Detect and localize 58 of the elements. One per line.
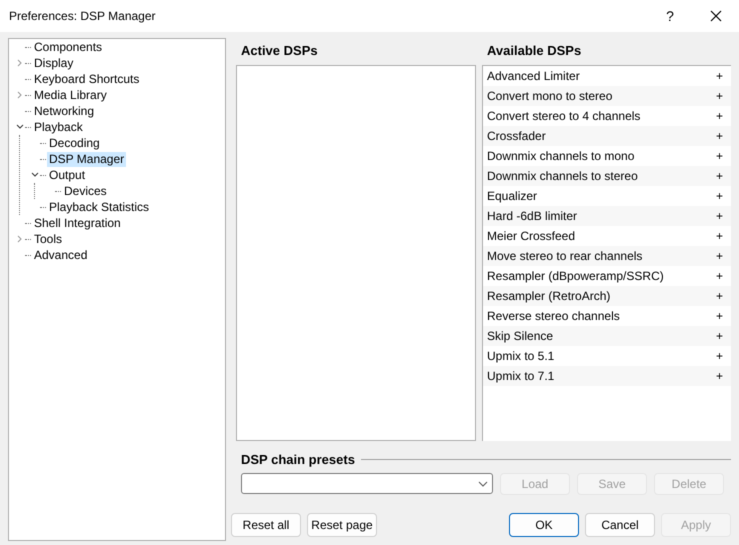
add-button[interactable]: +	[716, 126, 723, 144]
add-button[interactable]: +	[716, 226, 723, 244]
dsp-name: Convert stereo to 4 channels	[487, 108, 640, 124]
tree-item[interactable]: Tools	[32, 232, 64, 246]
add-button[interactable]: +	[716, 146, 723, 164]
add-button[interactable]: +	[716, 366, 723, 384]
tree-item[interactable]: Display	[32, 56, 76, 70]
dsp-name: Meier Crossfeed	[487, 228, 576, 244]
add-button[interactable]: +	[716, 66, 723, 84]
add-button[interactable]: +	[716, 186, 723, 204]
help-button[interactable]: ?	[647, 6, 693, 26]
section-heading: Active DSPs	[240, 42, 319, 60]
tree-item[interactable]: Components	[32, 40, 104, 54]
dsp-name: Downmix channels to stereo	[487, 168, 638, 184]
add-button[interactable]: +	[716, 306, 723, 324]
cancel-button[interactable]: Cancel	[585, 513, 655, 537]
dsp-name: Skip Silence	[487, 328, 554, 344]
dsp-name: Convert mono to stereo	[487, 88, 612, 104]
add-button[interactable]: +	[716, 166, 723, 184]
tree-item[interactable]: Shell Integration	[32, 216, 123, 230]
dsp-name: Reverse stereo channels	[487, 308, 620, 324]
window-title: Preferences: DSP Manager	[8, 8, 156, 25]
dsp-name: Crossfader	[487, 128, 546, 144]
tree-item[interactable]: Media Library	[32, 88, 109, 102]
tree-item[interactable]: Keyboard Shortcuts	[32, 72, 142, 86]
add-button[interactable]: +	[716, 86, 723, 104]
tree-item[interactable]: Playback	[32, 120, 85, 134]
add-button[interactable]: +	[716, 266, 723, 284]
tree-item[interactable]: Playback Statistics	[47, 200, 152, 214]
add-button[interactable]: +	[716, 246, 723, 264]
section-heading: Available DSPs	[486, 42, 582, 60]
dsp-name: Downmix channels to mono	[487, 148, 634, 164]
dsp-name: Move stereo to rear channels	[487, 248, 642, 264]
dsp-name: Resampler (dBpoweramp/SSRC)	[487, 268, 664, 284]
dsp-name: Upmix to 5.1	[487, 348, 554, 364]
add-button[interactable]: +	[716, 346, 723, 364]
dsp-name: Resampler (RetroArch)	[487, 288, 610, 304]
ok-button[interactable]: OK	[509, 513, 579, 537]
reset-button[interactable]: Reset page	[307, 513, 377, 537]
dsp-name: Equalizer	[487, 188, 538, 204]
tree-item[interactable]: Decoding	[47, 136, 102, 150]
add-button[interactable]: +	[716, 206, 723, 224]
add-button[interactable]: +	[716, 326, 723, 344]
tree-item[interactable]: DSP Manager	[47, 152, 126, 166]
dsp-name: Advanced Limiter	[487, 68, 580, 84]
preset-dropdown[interactable]	[241, 473, 493, 494]
dsp-name: Hard -6dB limiter	[487, 208, 578, 224]
dsp-name: Upmix to 7.1	[487, 368, 554, 384]
tree-item[interactable]: Advanced	[32, 248, 90, 262]
reset-button[interactable]: Reset all	[231, 513, 301, 537]
tree-item[interactable]: Networking	[32, 104, 96, 118]
tree-item[interactable]: Output	[47, 168, 88, 182]
close-icon	[710, 10, 722, 22]
tree-item[interactable]: Devices	[62, 184, 109, 198]
add-button[interactable]: +	[716, 106, 723, 124]
add-button[interactable]: +	[716, 286, 723, 304]
section-heading: DSP chain presets	[240, 450, 355, 469]
caret-icon	[478, 480, 488, 486]
